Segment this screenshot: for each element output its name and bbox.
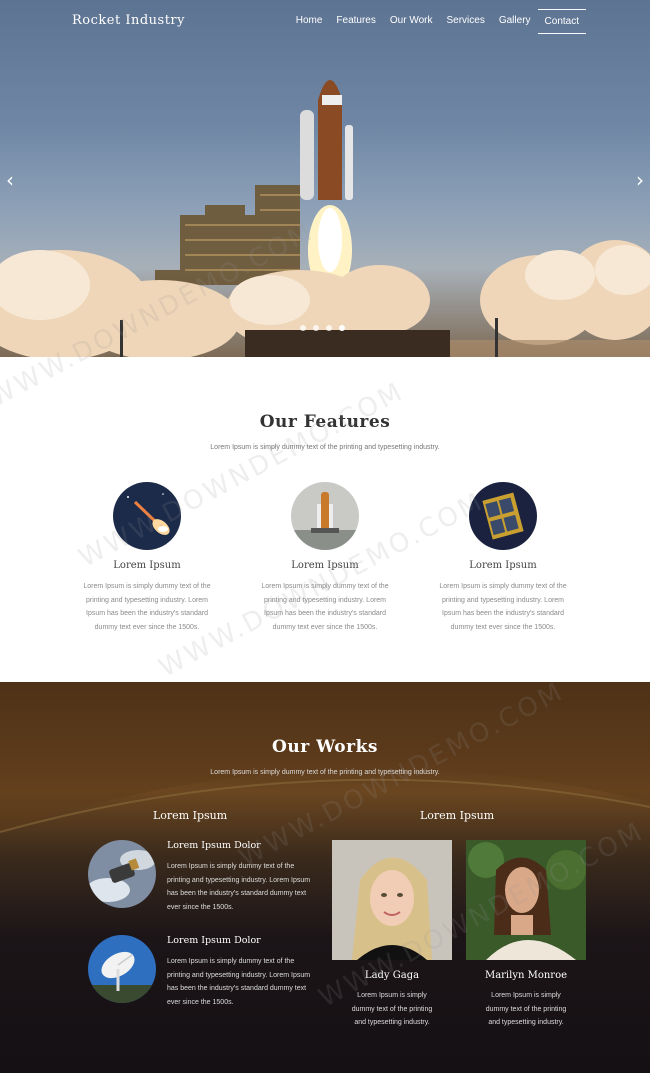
slider-prev-icon[interactable]: ‹ bbox=[6, 170, 14, 190]
space-probe-image bbox=[88, 840, 156, 908]
person-card: Lady Gaga Lorem Ipsum is simply dummy te… bbox=[332, 840, 452, 1030]
feature-text: Lorem Ipsum is simply dummy text of the … bbox=[261, 583, 389, 631]
radio-dish-image bbox=[88, 935, 156, 1003]
feature-text: Lorem Ipsum is simply dummy text of the … bbox=[439, 583, 567, 631]
works-subtitle: Lorem Ipsum is simply dummy text of the … bbox=[210, 769, 440, 776]
person-name: Lady Gaga bbox=[364, 970, 420, 981]
slider-dot-2[interactable] bbox=[313, 325, 319, 331]
feature-card: Lorem Ipsum Lorem Ipsum is simply dummy … bbox=[72, 482, 222, 634]
works-section: Our Works Lorem Ipsum is simply dummy te… bbox=[0, 682, 650, 1073]
person-text: Lorem Ipsum is simply dummy text of the … bbox=[351, 992, 433, 1026]
brand-logo[interactable]: Rocket Industry bbox=[72, 13, 185, 28]
nav-services[interactable]: Services bbox=[439, 9, 491, 34]
slider-dot-4[interactable] bbox=[339, 325, 345, 331]
slider-dot-1[interactable] bbox=[300, 325, 306, 331]
work-item-heading: Lorem Ipsum Dolor bbox=[167, 840, 261, 851]
works-right-heading: Lorem Ipsum bbox=[420, 809, 495, 822]
rocket-launch-image bbox=[113, 482, 181, 550]
feature-heading: Lorem Ipsum bbox=[469, 560, 537, 571]
person-photo[interactable] bbox=[466, 840, 586, 960]
nav-features[interactable]: Features bbox=[329, 9, 382, 34]
slider-dots bbox=[300, 325, 345, 331]
feature-card: Lorem Ipsum Lorem Ipsum is simply dummy … bbox=[428, 482, 578, 634]
feature-heading: Lorem Ipsum bbox=[291, 560, 359, 571]
feature-text: Lorem Ipsum is simply dummy text of the … bbox=[83, 583, 211, 631]
nav-home[interactable]: Home bbox=[289, 9, 330, 34]
rocket-launch-scene bbox=[0, 80, 650, 357]
hero-slider: Rocket Industry Home Features Our Work S… bbox=[0, 0, 650, 357]
satellite-image bbox=[469, 482, 537, 550]
main-nav: Home Features Our Work Services Gallery … bbox=[289, 9, 586, 34]
works-title: Our Works bbox=[272, 737, 378, 757]
feature-card: Lorem Ipsum Lorem Ipsum is simply dummy … bbox=[250, 482, 400, 634]
works-left-heading: Lorem Ipsum bbox=[153, 809, 228, 822]
features-subtitle: Lorem Ipsum is simply dummy text of the … bbox=[210, 444, 440, 451]
person-name: Marilyn Monroe bbox=[484, 970, 568, 981]
work-item-text: Lorem Ipsum is simply dummy text of the … bbox=[167, 958, 311, 1006]
slider-next-icon[interactable]: › bbox=[636, 170, 644, 190]
feature-heading: Lorem Ipsum bbox=[113, 560, 181, 571]
space-shuttle-image bbox=[291, 482, 359, 550]
features-title: Our Features bbox=[259, 412, 391, 432]
slider-dot-3[interactable] bbox=[326, 325, 332, 331]
nav-gallery[interactable]: Gallery bbox=[492, 9, 538, 34]
nav-contact[interactable]: Contact bbox=[537, 9, 586, 34]
person-text: Lorem Ipsum is simply dummy text of the … bbox=[485, 992, 567, 1026]
nav-our-work[interactable]: Our Work bbox=[383, 9, 440, 34]
work-item-heading: Lorem Ipsum Dolor bbox=[167, 935, 261, 946]
work-item-text: Lorem Ipsum is simply dummy text of the … bbox=[167, 863, 311, 911]
person-photo[interactable] bbox=[332, 840, 452, 960]
person-card: Marilyn Monroe Lorem Ipsum is simply dum… bbox=[466, 840, 586, 1030]
features-section: Our Features Lorem Ipsum is simply dummy… bbox=[0, 357, 650, 682]
